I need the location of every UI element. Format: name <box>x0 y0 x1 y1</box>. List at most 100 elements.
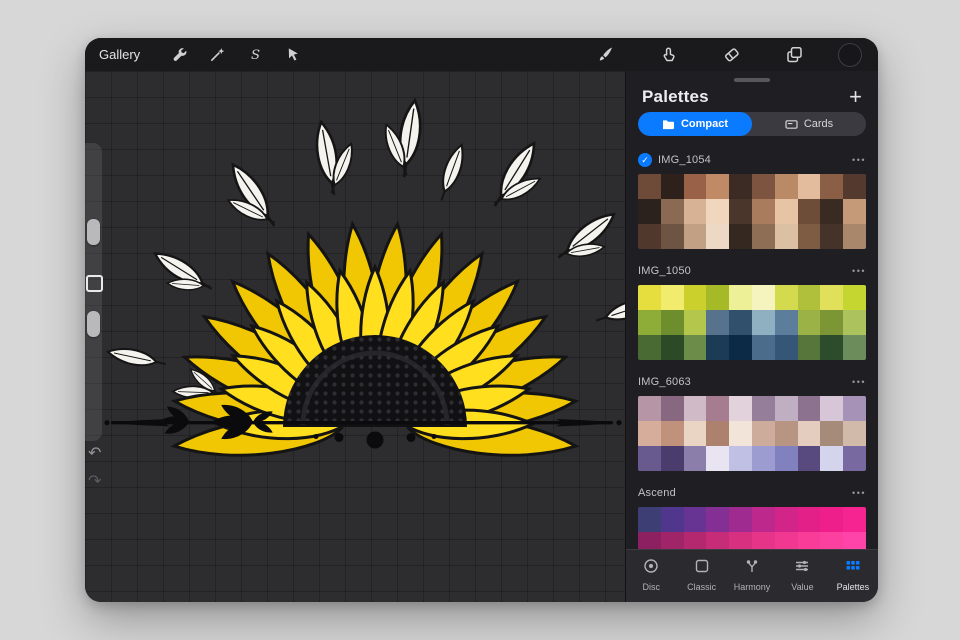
opacity-slider[interactable] <box>87 311 100 337</box>
color-swatch[interactable] <box>843 396 866 421</box>
color-swatch[interactable] <box>683 224 707 249</box>
palette-options-button[interactable]: ••• <box>852 488 866 498</box>
color-swatch[interactable] <box>820 199 844 224</box>
color-swatch[interactable] <box>797 335 821 360</box>
color-swatch[interactable] <box>797 174 821 199</box>
color-swatch[interactable] <box>706 199 730 224</box>
color-swatch[interactable] <box>843 507 866 532</box>
color-swatch[interactable] <box>774 421 798 446</box>
color-swatch[interactable] <box>683 421 707 446</box>
tab-value[interactable]: Value <box>777 550 827 602</box>
color-swatch[interactable] <box>751 335 775 360</box>
color-swatch[interactable] <box>843 285 866 310</box>
color-swatch[interactable] <box>751 174 775 199</box>
transform-icon[interactable] <box>274 38 312 71</box>
color-swatch[interactable] <box>660 199 684 224</box>
color-swatch[interactable] <box>774 199 798 224</box>
color-swatch[interactable] <box>638 335 661 360</box>
color-swatch[interactable] <box>706 532 730 549</box>
color-swatch[interactable] <box>729 532 752 549</box>
color-swatch[interactable] <box>706 285 730 310</box>
color-swatch[interactable] <box>774 507 798 532</box>
color-swatch[interactable] <box>660 396 684 421</box>
color-swatch[interactable] <box>638 396 661 421</box>
color-swatch[interactable] <box>729 446 752 471</box>
color-swatch[interactable] <box>683 174 707 199</box>
color-swatch[interactable] <box>706 174 730 199</box>
color-swatch[interactable] <box>706 396 730 421</box>
color-swatch[interactable] <box>820 396 844 421</box>
color-swatch[interactable] <box>683 446 707 471</box>
adjustments-icon[interactable] <box>198 38 236 71</box>
color-swatch[interactable] <box>638 446 661 471</box>
palette-options-button[interactable]: ••• <box>852 266 866 276</box>
color-swatch[interactable] <box>797 421 821 446</box>
palette-options-button[interactable]: ••• <box>852 377 866 387</box>
color-swatch[interactable] <box>638 532 661 549</box>
tab-harmony[interactable]: Harmony <box>727 550 777 602</box>
color-swatch[interactable] <box>706 310 730 335</box>
color-swatch[interactable] <box>683 199 707 224</box>
color-swatch[interactable] <box>729 421 752 446</box>
color-swatch[interactable] <box>706 335 730 360</box>
color-swatch[interactable] <box>660 174 684 199</box>
color-swatch[interactable] <box>706 421 730 446</box>
color-swatch[interactable] <box>843 199 866 224</box>
color-swatch[interactable] <box>660 285 684 310</box>
tab-disc[interactable]: Disc <box>626 550 676 602</box>
tab-palettes[interactable]: Palettes <box>828 550 878 602</box>
color-swatch[interactable] <box>751 421 775 446</box>
color-swatch[interactable] <box>843 310 866 335</box>
color-swatch[interactable] <box>660 446 684 471</box>
color-swatch[interactable] <box>820 421 844 446</box>
color-swatch[interactable] <box>774 224 798 249</box>
color-swatch[interactable] <box>660 532 684 549</box>
canvas[interactable]: ↶ ↷ <box>85 71 625 602</box>
color-swatch[interactable] <box>751 507 775 532</box>
actions-wrench-icon[interactable] <box>160 38 198 71</box>
color-swatch[interactable] <box>797 310 821 335</box>
color-swatch[interactable] <box>774 532 798 549</box>
color-swatch[interactable] <box>820 507 844 532</box>
color-swatch[interactable] <box>683 310 707 335</box>
add-palette-button[interactable]: + <box>849 86 862 108</box>
color-swatch[interactable] <box>774 285 798 310</box>
color-swatch[interactable] <box>706 446 730 471</box>
color-swatch[interactable] <box>706 224 730 249</box>
color-swatch[interactable] <box>706 507 730 532</box>
color-swatch[interactable] <box>683 285 707 310</box>
color-swatch[interactable] <box>729 199 752 224</box>
color-swatch[interactable] <box>820 224 844 249</box>
color-swatch[interactable] <box>751 532 775 549</box>
compact-segment[interactable]: Compact <box>638 112 752 136</box>
color-swatch[interactable] <box>820 285 844 310</box>
color-swatch[interactable] <box>660 421 684 446</box>
color-swatch[interactable] <box>638 199 661 224</box>
color-swatch[interactable] <box>774 446 798 471</box>
color-swatch[interactable] <box>729 174 752 199</box>
color-swatch[interactable] <box>843 335 866 360</box>
color-swatch[interactable] <box>683 335 707 360</box>
color-swatch[interactable] <box>683 532 707 549</box>
color-swatch[interactable] <box>729 507 752 532</box>
color-swatch[interactable] <box>729 335 752 360</box>
color-swatch[interactable] <box>774 310 798 335</box>
color-swatch[interactable] <box>660 224 684 249</box>
active-color-swatch[interactable] <box>838 42 862 67</box>
undo-button[interactable]: ↶ <box>88 446 101 462</box>
color-swatch[interactable] <box>660 507 684 532</box>
layers-icon[interactable] <box>775 38 813 71</box>
color-swatch[interactable] <box>751 396 775 421</box>
palette-header[interactable]: IMG_6063 ••• <box>638 372 866 392</box>
color-swatch[interactable] <box>638 421 661 446</box>
color-swatch[interactable] <box>638 224 661 249</box>
color-swatch[interactable] <box>820 532 844 549</box>
color-swatch[interactable] <box>751 446 775 471</box>
brush-icon[interactable] <box>586 38 624 71</box>
color-swatch[interactable] <box>751 224 775 249</box>
color-swatch[interactable] <box>820 310 844 335</box>
color-swatch[interactable] <box>683 396 707 421</box>
color-swatch[interactable] <box>751 285 775 310</box>
color-swatch[interactable] <box>638 174 661 199</box>
color-swatch[interactable] <box>843 446 866 471</box>
